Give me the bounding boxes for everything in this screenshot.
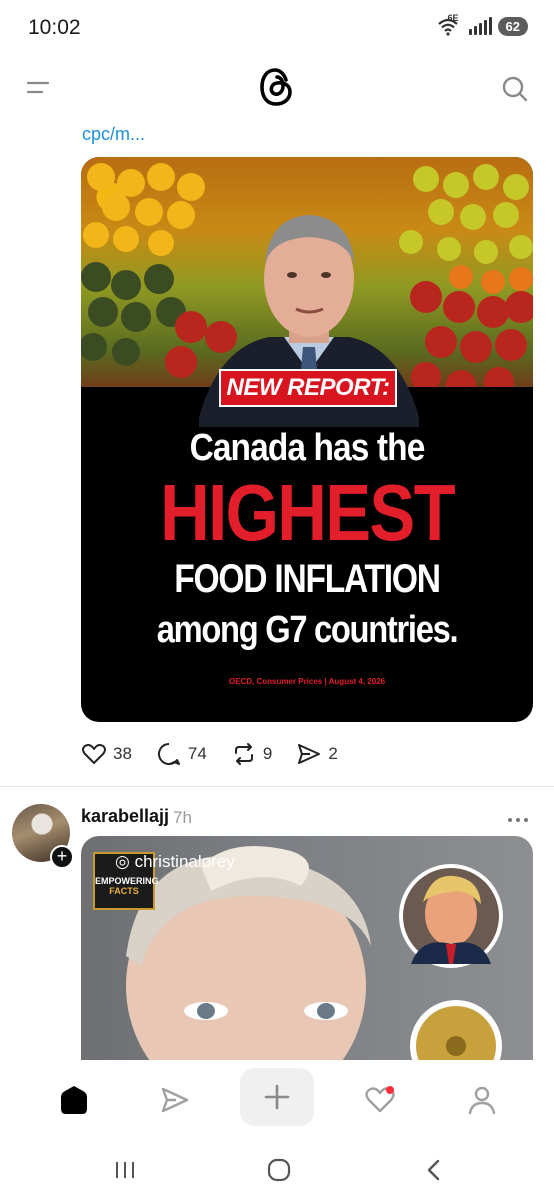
headline-line-3: FOOD INFLATION: [174, 557, 441, 601]
battery-indicator: 62: [497, 16, 528, 36]
signal-icon: [468, 17, 492, 35]
post-image-2[interactable]: EMPOWERING FACTS ◎ christinalorey: [81, 836, 533, 1066]
nav-profile[interactable]: [452, 1070, 512, 1130]
back-button[interactable]: [414, 1156, 454, 1184]
headline-line-2: HIGHEST: [160, 468, 455, 557]
recent-apps-button[interactable]: [105, 1156, 145, 1184]
headline-line-4: among G7 countries.: [156, 609, 459, 651]
more-options-icon[interactable]: [506, 812, 530, 822]
system-nav: [0, 1140, 554, 1200]
nav-home[interactable]: [44, 1070, 104, 1130]
watermark-handle: ◎ christinalorey: [115, 852, 235, 872]
follow-plus-button[interactable]: +: [50, 845, 74, 869]
send-icon: [298, 744, 321, 764]
send-icon: [161, 1087, 189, 1113]
network-badge: 6E: [447, 13, 459, 23]
plus-icon: [264, 1084, 290, 1110]
threads-logo-icon[interactable]: [258, 66, 296, 108]
menu-icon[interactable]: [26, 78, 50, 98]
repost-icon: [234, 743, 253, 765]
share-button[interactable]: 2: [296, 741, 338, 767]
like-count: 38: [113, 744, 132, 763]
home-circle-icon: [267, 1158, 291, 1182]
app-header: [0, 60, 554, 116]
share-count: 2: [328, 744, 338, 763]
instagram-icon: ◎: [115, 852, 135, 871]
post-image[interactable]: NEW REPORT: Canada has the HIGHEST FOOD …: [81, 157, 533, 722]
heart-icon: [82, 744, 106, 764]
watermark-handle-text: christinalorey: [134, 852, 235, 871]
repost-button[interactable]: 9: [231, 741, 272, 767]
wifi-icon: 6E: [437, 13, 463, 37]
notification-dot: [386, 1086, 394, 1094]
home-icon: [61, 1086, 87, 1114]
search-icon[interactable]: [500, 74, 530, 104]
post-divider: [0, 786, 554, 787]
post-actions: 38 74 9 2: [81, 740, 362, 768]
badge-line-2: FACTS: [109, 886, 139, 896]
post-username[interactable]: karabellajj: [81, 806, 169, 827]
comment-button[interactable]: 74: [156, 741, 207, 767]
like-button[interactable]: 38: [81, 741, 132, 767]
status-time: 10:02: [28, 16, 81, 39]
source-citation: OECD, Consumer Prices | August 4, 2026: [228, 677, 386, 686]
report-tag: NEW REPORT:: [219, 369, 397, 407]
back-chevron-icon: [427, 1159, 440, 1181]
recent-apps-icon: [116, 1162, 134, 1178]
home-button[interactable]: [259, 1156, 299, 1184]
post-link[interactable]: cpc/m...: [82, 124, 145, 145]
badge-line-1: EMPOWERING: [95, 876, 159, 886]
status-bar: 10:02 6E 62: [0, 0, 554, 56]
repost-count: 9: [262, 744, 273, 763]
nav-send[interactable]: [145, 1070, 205, 1130]
comment-icon: [157, 743, 180, 765]
nav-activity[interactable]: [350, 1070, 410, 1130]
nav-create-button[interactable]: [240, 1068, 314, 1126]
status-icons: 6E 62: [437, 13, 528, 37]
comment-count: 74: [187, 744, 207, 763]
profile-icon: [468, 1086, 496, 1115]
post-timestamp: 7h: [173, 808, 192, 827]
bottom-nav: [0, 1060, 554, 1138]
headline-line-1: Canada has the: [189, 427, 426, 469]
